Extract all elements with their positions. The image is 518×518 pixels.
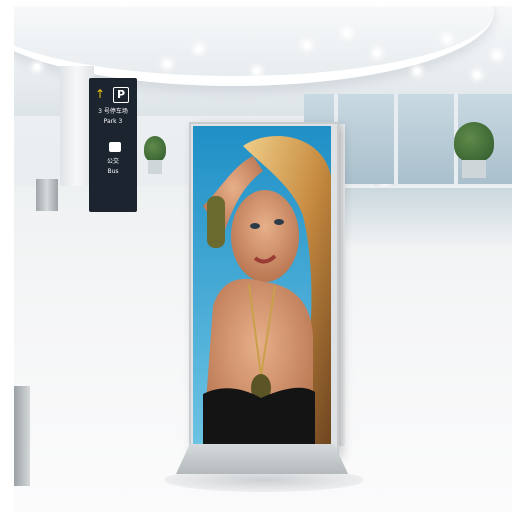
eye (274, 219, 284, 225)
parking-label: Park 3 (103, 118, 123, 125)
up-arrow-icon: ↑ (95, 87, 106, 101)
ceiling-light (494, 52, 500, 58)
plant-pot (462, 160, 486, 178)
bracelet (207, 196, 225, 248)
stand-base (176, 444, 348, 474)
bus-code-text: 公交 (106, 158, 119, 165)
bus-icon (109, 142, 121, 152)
potted-plant (454, 122, 494, 162)
ceiling-light (304, 42, 310, 48)
trash-bin (36, 179, 58, 211)
terminal-photo: ↑ P 3 号停车场 Park 3 公交 Bus (14, 6, 512, 512)
ceiling-light (374, 50, 380, 56)
potted-plant (144, 136, 166, 162)
ceiling-light (474, 72, 480, 78)
escalator-rail (14, 386, 30, 486)
ceiling-light (254, 68, 260, 74)
ceiling-light (444, 36, 450, 42)
eye (250, 223, 260, 229)
parking-code-text: 3 号停车场 (98, 108, 128, 115)
ceiling-light (164, 61, 170, 67)
ceiling-light (414, 68, 420, 74)
ceiling-light (34, 64, 40, 70)
advertising-poster (193, 126, 331, 444)
plant-pot (148, 160, 162, 174)
ceiling-light (196, 46, 202, 52)
bus-label: Bus (107, 168, 119, 175)
photo-scene: ↑ P 3 号停车场 Park 3 公交 Bus (0, 0, 518, 518)
poster-artwork (193, 126, 331, 444)
ceiling-light (344, 30, 350, 36)
window-mullion (394, 94, 398, 184)
parking-icon: P (113, 87, 129, 103)
wayfinding-sign: ↑ P 3 号停车场 Park 3 公交 Bus (89, 78, 137, 212)
face (231, 190, 299, 282)
